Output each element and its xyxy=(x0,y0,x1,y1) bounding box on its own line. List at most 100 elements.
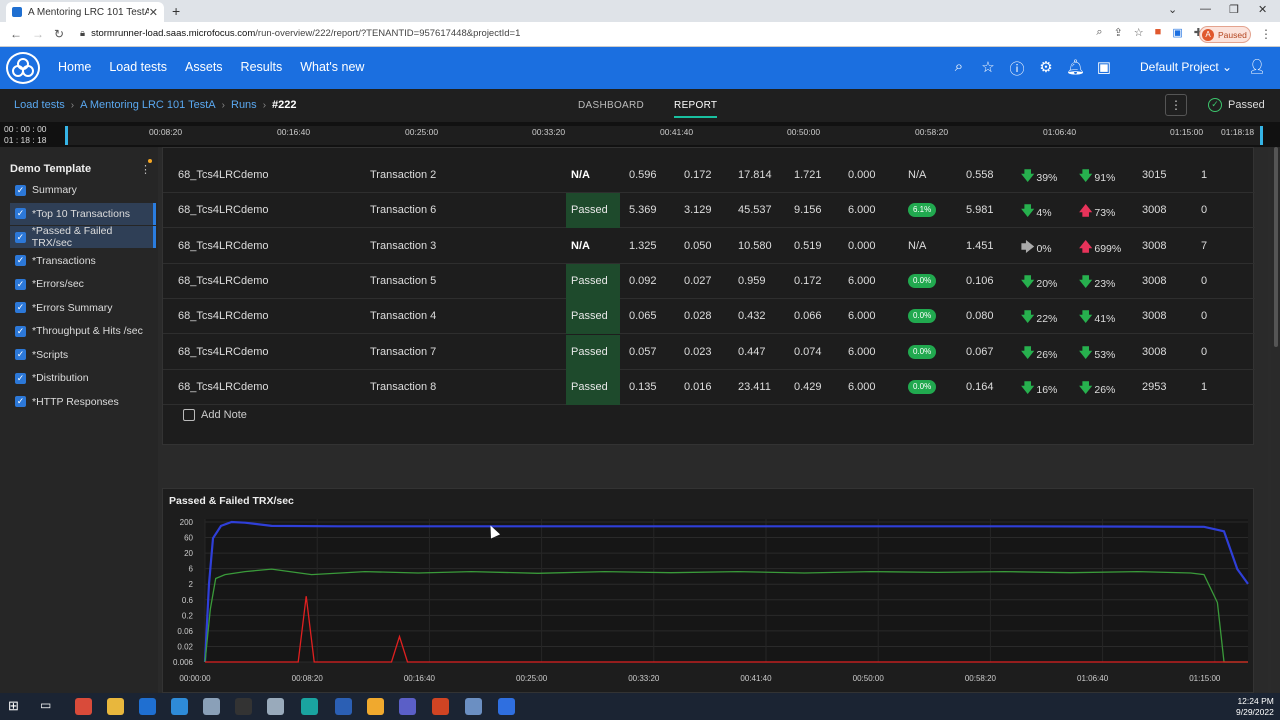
table-row[interactable]: 68_Tcs4LRCdemo Transaction 8 Passed 0.135 0.… xyxy=(163,369,1255,405)
max-cell: 0.447 xyxy=(738,345,766,358)
system-clock[interactable]: 12:24 PM 9/29/2022 xyxy=(1236,696,1274,718)
windows-start-icon[interactable]: ⊞ xyxy=(8,698,25,715)
trend-2-value: 26% xyxy=(1094,383,1116,396)
share-icon[interactable]: ⇪ xyxy=(1114,26,1123,39)
breadcrumb-load-tests[interactable]: Load tests xyxy=(14,99,65,111)
minimize-icon[interactable]: — xyxy=(1200,3,1211,15)
sidebar-item[interactable]: ✓ *Errors/sec xyxy=(10,273,156,295)
percentile-cell: 0.164 xyxy=(966,380,994,393)
extension-icon[interactable]: ■ xyxy=(1155,26,1162,39)
table-row[interactable]: 68_Tcs4LRCdemo Transaction 6 Passed 5.369 3.… xyxy=(163,193,1255,229)
project-selector[interactable]: Default Project ⌄ xyxy=(1140,60,1232,74)
new-tab-icon[interactable]: + xyxy=(172,3,180,19)
sidebar-item[interactable]: ✓ *Throughput & Hits /sec xyxy=(10,320,156,342)
outlook-icon[interactable] xyxy=(139,698,156,715)
teams-icon[interactable] xyxy=(399,698,416,715)
profile-avatar: A xyxy=(1202,28,1214,41)
checkbox-icon[interactable]: ✓ xyxy=(15,302,26,313)
add-note-button[interactable]: Add Note xyxy=(183,409,247,421)
sidebar-item[interactable]: ✓ *Transactions xyxy=(10,250,156,272)
help-icon[interactable]: ⓘ xyxy=(1008,58,1026,79)
table-row[interactable]: 68_Tcs4LRCdemo Transaction 7 Passed 0.057 0.… xyxy=(163,334,1255,370)
checkbox-icon[interactable]: ✓ xyxy=(15,208,26,219)
sidebar-item[interactable]: ✓ *HTTP Responses xyxy=(10,391,156,413)
breakers-badge: 0.0% xyxy=(908,273,937,288)
back-icon[interactable]: ← xyxy=(10,27,22,41)
checkbox-icon[interactable]: ✓ xyxy=(15,231,26,243)
bookmark-star-icon[interactable]: ☆ xyxy=(1134,26,1144,39)
close-window-icon[interactable]: ✕ xyxy=(1258,3,1267,16)
search-icon[interactable]: ⌕ xyxy=(950,58,968,79)
app-icon[interactable] xyxy=(367,698,384,715)
breadcrumb-runs[interactable]: Runs xyxy=(231,99,257,111)
checkbox-icon[interactable]: ✓ xyxy=(15,396,26,407)
scrollbar-thumb[interactable] xyxy=(1274,147,1278,347)
app-icon[interactable] xyxy=(267,698,284,715)
sidebar-item-label: *Passed & Failed TRX/sec xyxy=(31,225,113,249)
grid-icon[interactable]: ▣ xyxy=(1095,58,1113,79)
sidebar-item[interactable]: ✓ *Top 10 Transactions xyxy=(10,202,156,225)
powerpoint-icon[interactable] xyxy=(432,698,449,715)
chart-svg[interactable]: 200 60 20 6 2 0.6 0.2 0.06 0.02 0.006 00:00:00 00:0… xyxy=(163,509,1255,694)
app-logo[interactable] xyxy=(6,52,40,84)
table-row[interactable]: 68_Tcs4LRCdemo Transaction 5 Passed 0.092 0.… xyxy=(163,263,1255,299)
sidebar-item[interactable]: ✓ *Passed & Failed TRX/sec xyxy=(10,225,156,249)
percentile-cell: 0.067 xyxy=(966,345,994,358)
word-icon[interactable] xyxy=(335,698,352,715)
edge-icon[interactable] xyxy=(171,698,188,715)
zoom-icon[interactable]: ⌕ xyxy=(1096,26,1102,39)
profile-button[interactable]: A Paused xyxy=(1199,26,1251,43)
chrome-icon[interactable] xyxy=(75,698,92,715)
table-row[interactable]: 68_Tcs4LRCdemo Transaction 2 N/A 0.596 0.172… xyxy=(163,158,1255,193)
bell-icon[interactable]: 🔔︎ xyxy=(1066,58,1085,79)
app-icon[interactable] xyxy=(203,698,220,715)
tab-report[interactable]: REPORT xyxy=(674,100,718,118)
sidebar-item[interactable]: ✓ *Distribution xyxy=(10,367,156,389)
app-icon[interactable] xyxy=(301,698,318,715)
star-icon[interactable]: ☆ xyxy=(979,58,997,79)
nav-assets[interactable]: Assets xyxy=(185,60,223,74)
checkbox-icon[interactable]: ✓ xyxy=(15,184,26,196)
url-field[interactable]: 🔒︎ stormrunner-load.saas.microfocus.com/r… xyxy=(80,28,520,39)
x-tick-label: 00:00:00 xyxy=(179,674,211,683)
close-icon[interactable]: ✕ xyxy=(149,6,158,19)
app-icon[interactable] xyxy=(465,698,482,715)
breadcrumb-test[interactable]: A Mentoring LRC 101 TestA xyxy=(80,99,216,111)
browser-menu-icon[interactable]: ⋮ xyxy=(1260,27,1272,41)
nav-results[interactable]: Results xyxy=(241,60,283,74)
app-icon[interactable] xyxy=(498,698,515,715)
avg-cell: 5.369 xyxy=(629,204,657,217)
extension-2-icon[interactable]: ▣ xyxy=(1172,26,1182,39)
table-row[interactable]: 68_Tcs4LRCdemo Transaction 3 N/A 1.325 0.050… xyxy=(163,229,1255,264)
tab-dashboard[interactable]: DASHBOARD xyxy=(578,100,644,118)
restore-icon[interactable]: ❐ xyxy=(1229,3,1239,16)
table-row[interactable]: 68_Tcs4LRCdemo Transaction 4 Passed 0.065 0.… xyxy=(163,299,1255,335)
checkbox-icon[interactable]: ✓ xyxy=(15,278,26,290)
chevron-right-icon: › xyxy=(221,99,225,111)
nav-whats-new[interactable]: What's new xyxy=(300,60,364,74)
checkbox-icon[interactable]: ✓ xyxy=(15,349,26,360)
timeline-tick: 01:15:00 xyxy=(1170,127,1204,137)
gear-icon[interactable]: ⚙ xyxy=(1037,58,1055,79)
reload-icon[interactable]: ↻ xyxy=(54,27,64,41)
x-tick-label: 00:58:20 xyxy=(965,674,997,683)
forward-icon[interactable]: → xyxy=(32,27,44,41)
browser-tab[interactable]: A Mentoring LRC 101 TestA #22: ✕ xyxy=(6,2,164,22)
sidebar-item[interactable]: ✓ Summary xyxy=(10,179,156,201)
checkbox-icon[interactable]: ✓ xyxy=(15,372,26,384)
app-icon[interactable] xyxy=(235,698,252,715)
user-icon[interactable]: 👤︎ xyxy=(1248,58,1266,75)
more-options-button[interactable]: ⋮ xyxy=(1165,94,1187,116)
chevron-down-icon[interactable]: ⌄ xyxy=(1168,3,1177,16)
scrollbar[interactable] xyxy=(1271,147,1280,693)
checkbox-icon[interactable]: ✓ xyxy=(15,325,26,337)
sidebar-menu-icon[interactable]: ⋮ xyxy=(140,163,151,176)
check-circle-icon: ✓ xyxy=(1208,98,1222,112)
checkbox-icon[interactable]: ✓ xyxy=(15,255,26,266)
task-view-icon[interactable]: ▭ xyxy=(40,698,57,715)
sidebar-item[interactable]: ✓ *Scripts xyxy=(10,344,156,366)
file-explorer-icon[interactable] xyxy=(107,698,124,715)
nav-load-tests[interactable]: Load tests xyxy=(109,60,167,74)
sidebar-item[interactable]: ✓ *Errors Summary xyxy=(10,297,156,319)
nav-home[interactable]: Home xyxy=(58,60,91,74)
